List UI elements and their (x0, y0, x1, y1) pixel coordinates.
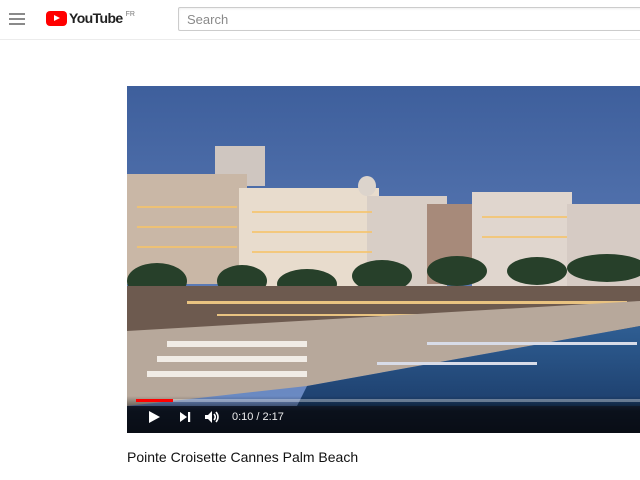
video-player[interactable]: 0:10/2:17 (127, 86, 640, 433)
video-frame (127, 86, 640, 406)
time-separator: / (256, 411, 260, 423)
menu-icon[interactable] (9, 11, 27, 27)
duration: 2:17 (262, 411, 284, 423)
progress-played (136, 399, 173, 402)
play-icon[interactable] (145, 408, 163, 426)
youtube-logo[interactable]: YouTube FR (46, 10, 135, 28)
logo-text: YouTube (69, 10, 123, 26)
search-box[interactable] (178, 7, 640, 31)
search-input[interactable] (179, 8, 640, 30)
top-bar: YouTube FR (0, 0, 640, 40)
youtube-play-icon (46, 11, 67, 26)
logo-country-code: FR (125, 11, 135, 18)
time-display: 0:10/2:17 (232, 411, 284, 423)
current-time: 0:10 (232, 411, 254, 423)
video-title: Pointe Croisette Cannes Palm Beach (127, 449, 359, 465)
progress-bar[interactable] (136, 399, 640, 402)
volume-icon[interactable] (203, 408, 221, 426)
next-icon[interactable] (176, 408, 194, 426)
